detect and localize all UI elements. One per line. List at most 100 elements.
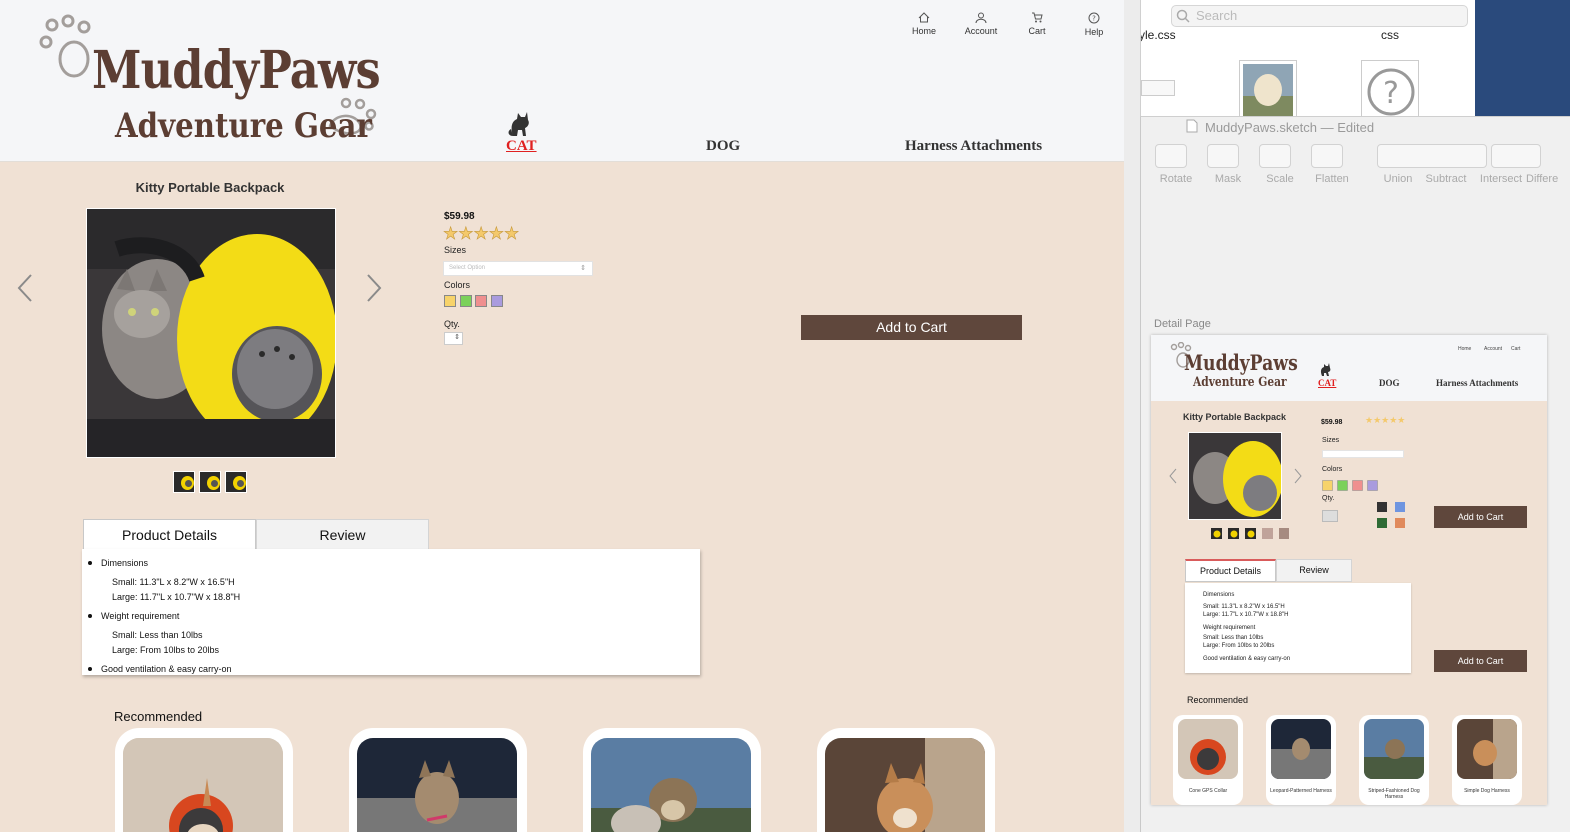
- artboard-thumbnails: [1211, 527, 1289, 539]
- product-price: $59.98: [444, 211, 475, 222]
- mask-button[interactable]: [1207, 144, 1239, 168]
- flatten-label: Flatten: [1315, 173, 1349, 185]
- artboard-name[interactable]: Detail Page: [1154, 318, 1211, 330]
- artboard-size-select: [1322, 450, 1404, 458]
- product-details-panel: Dimensions Small: 11.3"L x 8.2"W x 16.5"…: [82, 549, 700, 675]
- artboard-nav-cart: Cart: [1511, 346, 1521, 352]
- finder-search-input[interactable]: Search: [1171, 5, 1468, 27]
- artboard-product-title: Kitty Portable Backpack: [1183, 412, 1287, 422]
- dimensions-small: Small: 11.3"L x 8.2"W x 16.5"H: [112, 577, 235, 587]
- artboard-tab-review: Review: [1276, 559, 1352, 582]
- artboard-header: MuddyPaws Adventure Gear Home Account Ca…: [1151, 335, 1547, 401]
- finder-file-thumb-0[interactable]: [1141, 80, 1175, 96]
- nav-cart-label: Cart: [1028, 26, 1046, 36]
- recommended-item-4[interactable]: [817, 728, 995, 832]
- artboard-nav-account: Account: [1484, 346, 1503, 352]
- artboard-dimensions-large: Large: 11.7"L x 10.7"W x 18.8"H: [1203, 612, 1289, 618]
- artboard-next-arrow-icon: [1294, 468, 1302, 484]
- artboard-dimensions-small: Small: 11.3"L x 8.2"W x 16.5"H: [1203, 604, 1285, 610]
- category-harness-attachments[interactable]: Harness Attachments: [905, 138, 1042, 155]
- nav-account[interactable]: Account: [956, 12, 1006, 36]
- cat-backpack-photo: [87, 209, 335, 457]
- artboard-extra-swatches: [1377, 502, 1411, 530]
- qty-stepper[interactable]: ⇕: [444, 332, 463, 345]
- rec-photo-3: [591, 738, 751, 832]
- rec-photo-4: [825, 738, 985, 832]
- color-swatch-purple[interactable]: [491, 295, 503, 307]
- thumbnail-1[interactable]: [173, 471, 195, 493]
- recommended-title: Recommended: [114, 709, 203, 724]
- nav-help-label: Help: [1084, 27, 1104, 37]
- product-title: Kitty Portable Backpack: [135, 180, 285, 195]
- artboard-qty-stepper: [1322, 510, 1338, 522]
- dimensions-large: Large: 11.7"L x 10.7"W x 18.8"H: [112, 592, 241, 602]
- artboard-dimensions-title: Dimensions: [1203, 592, 1235, 598]
- flatten-button[interactable]: [1311, 144, 1343, 168]
- help-icon: ?: [1088, 12, 1100, 24]
- artboard-color-swatches: [1322, 479, 1382, 491]
- color-swatch-green[interactable]: [460, 295, 472, 307]
- recommended-item-3[interactable]: [583, 728, 761, 832]
- rotate-label: Rotate: [1159, 173, 1193, 185]
- artboard-nav-home: Home: [1458, 346, 1472, 352]
- add-to-cart-button[interactable]: Add to Cart: [801, 315, 1022, 340]
- thumbnail-2[interactable]: [199, 471, 221, 493]
- thumbnail-3[interactable]: [225, 471, 247, 493]
- artboard-category-cat: CAT: [1318, 378, 1337, 388]
- difference-label: Differe: [1526, 173, 1559, 185]
- question-mark-icon: ?: [1367, 68, 1415, 116]
- rating-stars-icon[interactable]: ★★★★★: [443, 224, 520, 244]
- artboard-category-dog: DOG: [1379, 378, 1400, 388]
- weight-title: Weight requirement: [101, 611, 180, 621]
- artboard-logo-tagline: Adventure Gear: [1193, 375, 1287, 390]
- bullet-dot: [88, 561, 92, 565]
- artboard-rec-label-4: Simple Dog Harness: [1464, 788, 1510, 794]
- artboard-rating-stars-icon: ★★★★★: [1365, 415, 1406, 425]
- qty-label: Qty.: [444, 319, 460, 329]
- svg-text:?: ?: [1383, 76, 1399, 111]
- artboard-weight-large: Large: From 10lbs to 20lbs: [1203, 643, 1275, 649]
- dimensions-title: Dimensions: [101, 558, 149, 568]
- category-cat[interactable]: CAT: [506, 138, 537, 155]
- artboard-rec-label-2: Leopard-Patterned Harness: [1270, 788, 1332, 794]
- finder-file-label-1[interactable]: yle.css: [1141, 28, 1176, 42]
- recommended-item-2[interactable]: [349, 728, 527, 832]
- prev-image-arrow-icon[interactable]: [16, 273, 36, 303]
- mask-label: Mask: [1214, 173, 1242, 185]
- sketch-window-title: MuddyPaws.sketch — Edited: [1205, 120, 1375, 135]
- artboard-sizes-label: Sizes: [1322, 437, 1340, 444]
- finder-file-label-2[interactable]: css: [1381, 28, 1399, 42]
- rotate-button[interactable]: [1155, 144, 1187, 168]
- finder-file-thumb-unknown[interactable]: ?: [1361, 60, 1419, 116]
- artboard-colors-label: Colors: [1322, 466, 1343, 473]
- nav-account-label: Account: [964, 26, 998, 36]
- artboard-logo-name: MuddyPaws: [1184, 350, 1298, 375]
- artboard-rec-card-4: Simple Dog Harness: [1452, 715, 1522, 805]
- finder-file-thumb-dog[interactable]: [1239, 60, 1297, 116]
- nav-home[interactable]: Home: [899, 12, 949, 36]
- desktop-wallpaper: [1475, 0, 1570, 116]
- tab-product-details[interactable]: Product Details: [83, 519, 256, 550]
- color-swatch-yellow[interactable]: [444, 295, 456, 307]
- weight-small: Small: Less than 10lbs: [112, 630, 203, 640]
- size-select[interactable]: Select Option ⇕: [443, 261, 593, 276]
- bullet-dot: [88, 614, 92, 618]
- recommended-item-1[interactable]: [115, 728, 293, 832]
- tab-review[interactable]: Review: [256, 519, 429, 550]
- nav-cart[interactable]: Cart: [1012, 12, 1062, 36]
- color-swatch-pink[interactable]: [475, 295, 487, 307]
- account-icon: [975, 12, 987, 23]
- home-icon: [918, 12, 930, 23]
- difference-button[interactable]: [1491, 144, 1541, 168]
- scale-button[interactable]: [1259, 144, 1291, 168]
- size-select-placeholder: Select Option: [449, 265, 486, 271]
- intersect-label: Intersect: [1479, 173, 1523, 185]
- logo-brand-name[interactable]: MuddyPaws: [92, 40, 381, 101]
- next-image-arrow-icon[interactable]: [364, 273, 384, 303]
- category-dog[interactable]: DOG: [706, 138, 740, 155]
- rec-photo-1: [123, 738, 283, 832]
- nav-help[interactable]: ? Help: [1069, 12, 1119, 37]
- artboard-ventilation: Good ventilation & easy carry-on: [1203, 656, 1291, 662]
- boolean-ops-button-group[interactable]: [1377, 144, 1487, 168]
- artboard-detail-page[interactable]: MuddyPaws Adventure Gear Home Account Ca…: [1151, 335, 1547, 805]
